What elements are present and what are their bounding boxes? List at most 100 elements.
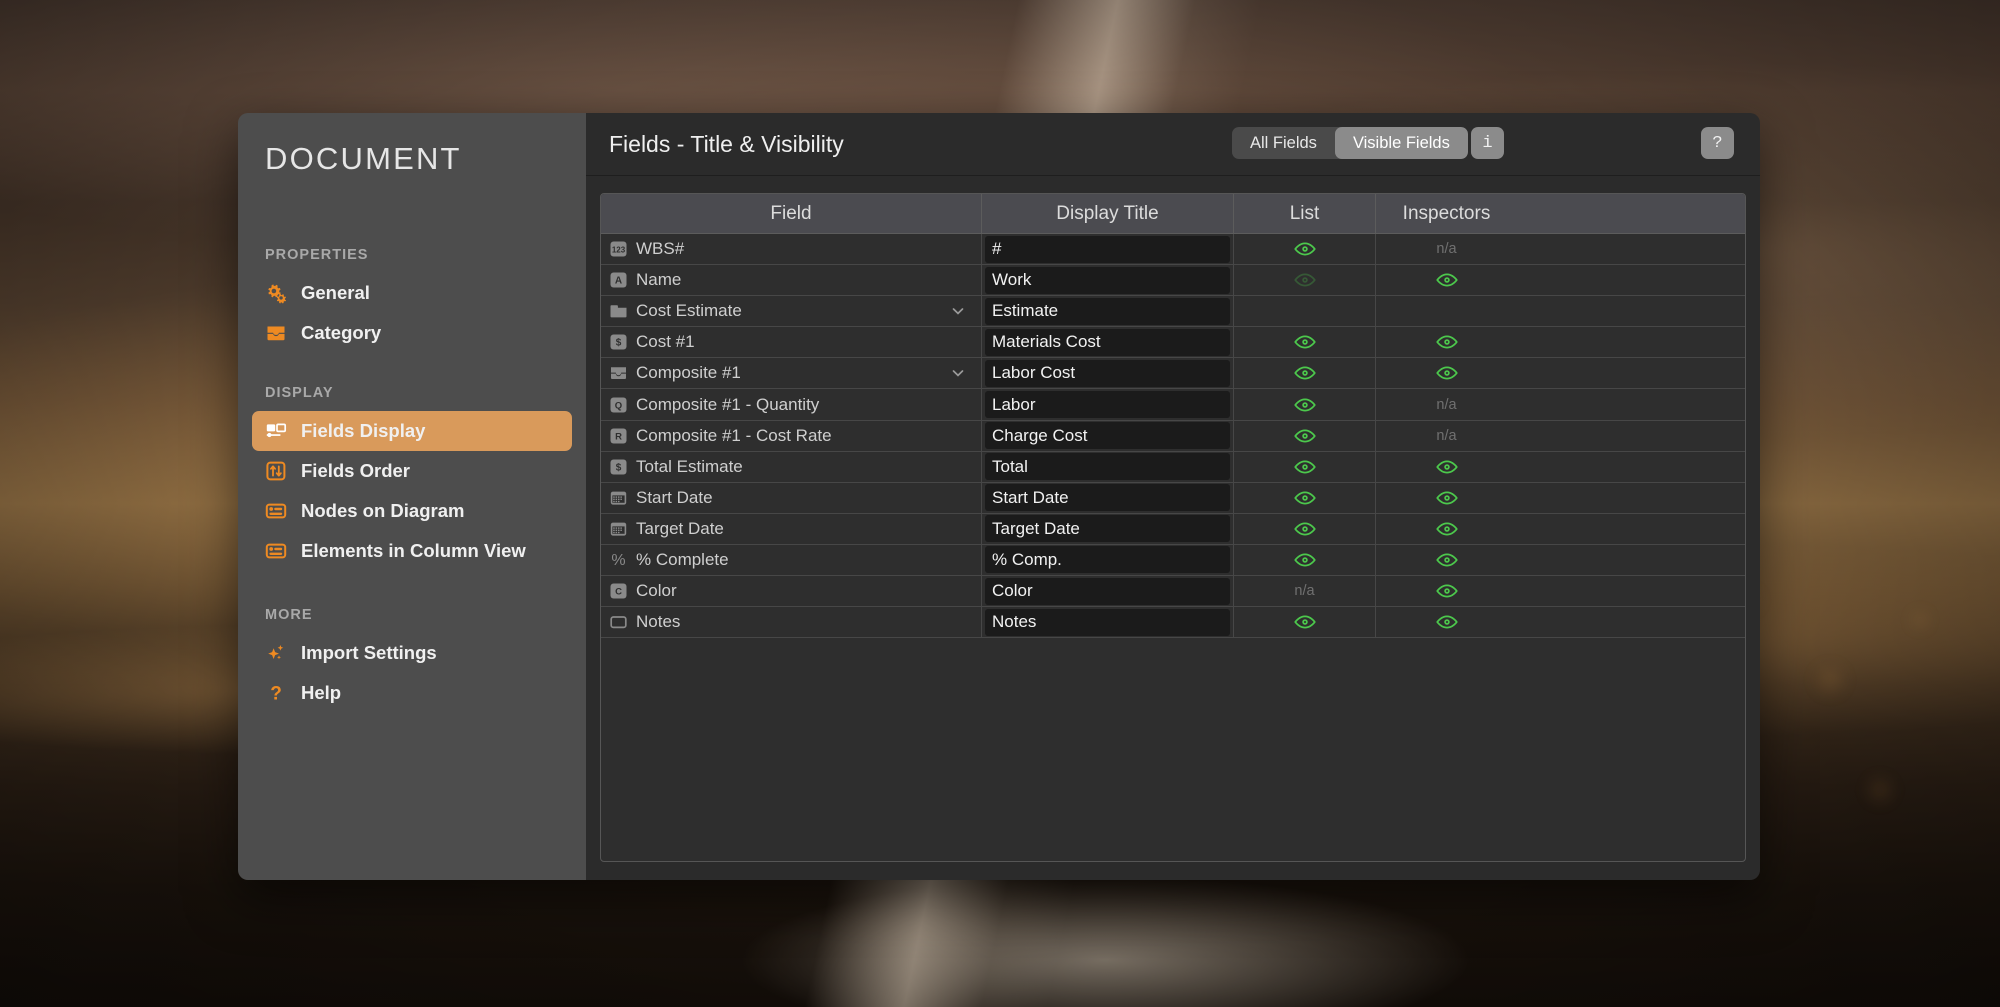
cell-list-visibility[interactable] xyxy=(1233,420,1375,451)
column-header-field[interactable]: Field xyxy=(601,194,981,233)
cell-field[interactable]: A Name xyxy=(601,265,981,295)
table-row[interactable]: Composite #1 Labor Cost xyxy=(601,358,1745,390)
display-title-input[interactable]: Materials Cost xyxy=(985,328,1230,356)
list-visibility-toggle[interactable] xyxy=(1293,460,1316,474)
cell-inspectors-visibility[interactable] xyxy=(1375,327,1517,358)
table-row[interactable]: R Composite #1 - Cost Rate Charge Cost n/a xyxy=(601,420,1745,452)
list-visibility-toggle[interactable] xyxy=(1293,491,1316,505)
cell-display-title[interactable]: # xyxy=(981,234,1233,265)
inspectors-visibility-toggle[interactable] xyxy=(1435,335,1458,349)
sidebar-item-nodes-on-diagram[interactable]: Nodes on Diagram xyxy=(252,491,572,531)
cell-field[interactable]: Target Date xyxy=(601,514,981,544)
table-row[interactable]: 123 WBS# # n/a xyxy=(601,234,1745,266)
inspectors-visibility-toggle[interactable] xyxy=(1435,553,1458,567)
sidebar-item-fields-order[interactable]: Fields Order xyxy=(252,451,572,491)
cell-field[interactable]: Composite #1 xyxy=(601,358,981,388)
cell-display-title[interactable]: Color xyxy=(981,576,1233,607)
sidebar-item-general[interactable]: General xyxy=(252,273,572,313)
cell-display-title[interactable]: Target Date xyxy=(981,513,1233,544)
sidebar-item-category[interactable]: Category xyxy=(252,313,572,353)
list-visibility-toggle[interactable] xyxy=(1293,398,1316,412)
list-visibility-toggle[interactable] xyxy=(1293,429,1316,443)
table-row[interactable]: Cost Estimate Estimate xyxy=(601,296,1745,328)
sidebar-item-help[interactable]: ? Help xyxy=(252,673,572,713)
table-row[interactable]: % % Complete % Comp. xyxy=(601,544,1745,577)
display-title-input[interactable]: Total xyxy=(985,453,1230,481)
cell-field[interactable]: Notes xyxy=(601,607,981,637)
table-row[interactable]: Q Composite #1 - Quantity Labor n/a xyxy=(601,389,1745,421)
sidebar-item-import-settings[interactable]: Import Settings xyxy=(252,633,572,673)
cell-inspectors-visibility[interactable] xyxy=(1375,451,1517,482)
cell-inspectors-visibility[interactable] xyxy=(1375,607,1517,638)
cell-inspectors-visibility[interactable] xyxy=(1375,482,1517,513)
cell-list-visibility[interactable] xyxy=(1233,607,1375,638)
field-scope-segmented-control[interactable]: All Fields Visible Fields xyxy=(1232,127,1468,159)
table-row[interactable]: $ Cost #1 Materials Cost xyxy=(601,327,1745,359)
cell-field[interactable]: Cost Estimate xyxy=(601,296,981,326)
cell-list-visibility[interactable] xyxy=(1233,451,1375,482)
list-visibility-toggle[interactable] xyxy=(1293,366,1316,380)
cell-field[interactable]: $ Cost #1 xyxy=(601,327,981,357)
cell-display-title[interactable]: Notes xyxy=(981,607,1233,638)
list-visibility-toggle[interactable] xyxy=(1293,242,1316,256)
inspectors-visibility-toggle[interactable] xyxy=(1435,491,1458,505)
list-visibility-toggle[interactable] xyxy=(1293,273,1316,287)
cell-display-title[interactable]: Materials Cost xyxy=(981,327,1233,358)
cell-list-visibility[interactable] xyxy=(1233,234,1375,265)
cell-display-title[interactable]: Labor Cost xyxy=(981,358,1233,389)
table-row[interactable]: C Color Color n/a xyxy=(601,576,1745,608)
inspectors-visibility-toggle[interactable] xyxy=(1435,460,1458,474)
display-title-input[interactable]: # xyxy=(985,235,1230,263)
cell-inspectors-visibility[interactable] xyxy=(1375,513,1517,544)
table-row[interactable]: $ Total Estimate Total xyxy=(601,451,1745,483)
cell-list-visibility[interactable] xyxy=(1233,482,1375,513)
display-title-input[interactable]: Labor xyxy=(985,391,1230,419)
cell-list-visibility[interactable] xyxy=(1233,265,1375,296)
cell-display-title[interactable]: Start Date xyxy=(981,482,1233,513)
info-button[interactable]: i xyxy=(1471,127,1504,159)
column-header-display-title[interactable]: Display Title xyxy=(981,194,1233,233)
help-button[interactable]: ? xyxy=(1701,127,1734,159)
display-title-input[interactable]: Start Date xyxy=(985,484,1230,512)
table-row[interactable]: Start Date Start Date xyxy=(601,482,1745,514)
cell-inspectors-visibility[interactable] xyxy=(1375,265,1517,296)
cell-display-title[interactable]: Estimate xyxy=(981,296,1233,327)
table-row[interactable]: Notes Notes xyxy=(601,607,1745,639)
tab-visible-fields[interactable]: Visible Fields xyxy=(1334,127,1468,159)
cell-field[interactable]: % % Complete xyxy=(601,545,981,575)
cell-inspectors-visibility[interactable] xyxy=(1375,576,1517,607)
list-visibility-toggle[interactable] xyxy=(1293,335,1316,349)
display-title-input[interactable]: Target Date xyxy=(985,515,1230,543)
column-header-inspectors[interactable]: Inspectors xyxy=(1375,194,1517,233)
cell-list-visibility[interactable] xyxy=(1233,327,1375,358)
tab-all-fields[interactable]: All Fields xyxy=(1232,127,1335,159)
sidebar-item-elements-in-column-view[interactable]: Elements in Column View xyxy=(252,531,572,571)
column-header-list[interactable]: List xyxy=(1233,194,1375,233)
inspectors-visibility-toggle[interactable] xyxy=(1435,522,1458,536)
cell-inspectors-visibility[interactable] xyxy=(1375,544,1517,576)
cell-field[interactable]: Start Date xyxy=(601,483,981,513)
cell-list-visibility[interactable] xyxy=(1233,389,1375,420)
inspectors-visibility-toggle[interactable] xyxy=(1435,615,1458,629)
cell-field[interactable]: R Composite #1 - Cost Rate xyxy=(601,421,981,451)
sidebar-item-fields-display[interactable]: Fields Display xyxy=(252,411,572,451)
cell-list-visibility[interactable] xyxy=(1233,544,1375,576)
display-title-input[interactable]: Notes xyxy=(985,608,1230,636)
cell-display-title[interactable]: % Comp. xyxy=(981,544,1233,576)
display-title-input[interactable]: Estimate xyxy=(985,297,1230,325)
cell-display-title[interactable]: Charge Cost xyxy=(981,420,1233,451)
display-title-input[interactable]: Labor Cost xyxy=(985,359,1230,387)
display-title-input[interactable]: Charge Cost xyxy=(985,422,1230,450)
list-visibility-toggle[interactable] xyxy=(1293,615,1316,629)
display-title-input[interactable]: Work xyxy=(985,266,1230,294)
cell-list-visibility[interactable] xyxy=(1233,358,1375,389)
cell-display-title[interactable]: Work xyxy=(981,265,1233,296)
list-visibility-toggle[interactable] xyxy=(1293,522,1316,536)
inspectors-visibility-toggle[interactable] xyxy=(1435,273,1458,287)
cell-display-title[interactable]: Total xyxy=(981,451,1233,482)
cell-display-title[interactable]: Labor xyxy=(981,389,1233,420)
table-row[interactable]: Target Date Target Date xyxy=(601,513,1745,545)
inspectors-visibility-toggle[interactable] xyxy=(1435,366,1458,380)
inspectors-visibility-toggle[interactable] xyxy=(1435,584,1458,598)
table-row[interactable]: A Name Work xyxy=(601,265,1745,297)
